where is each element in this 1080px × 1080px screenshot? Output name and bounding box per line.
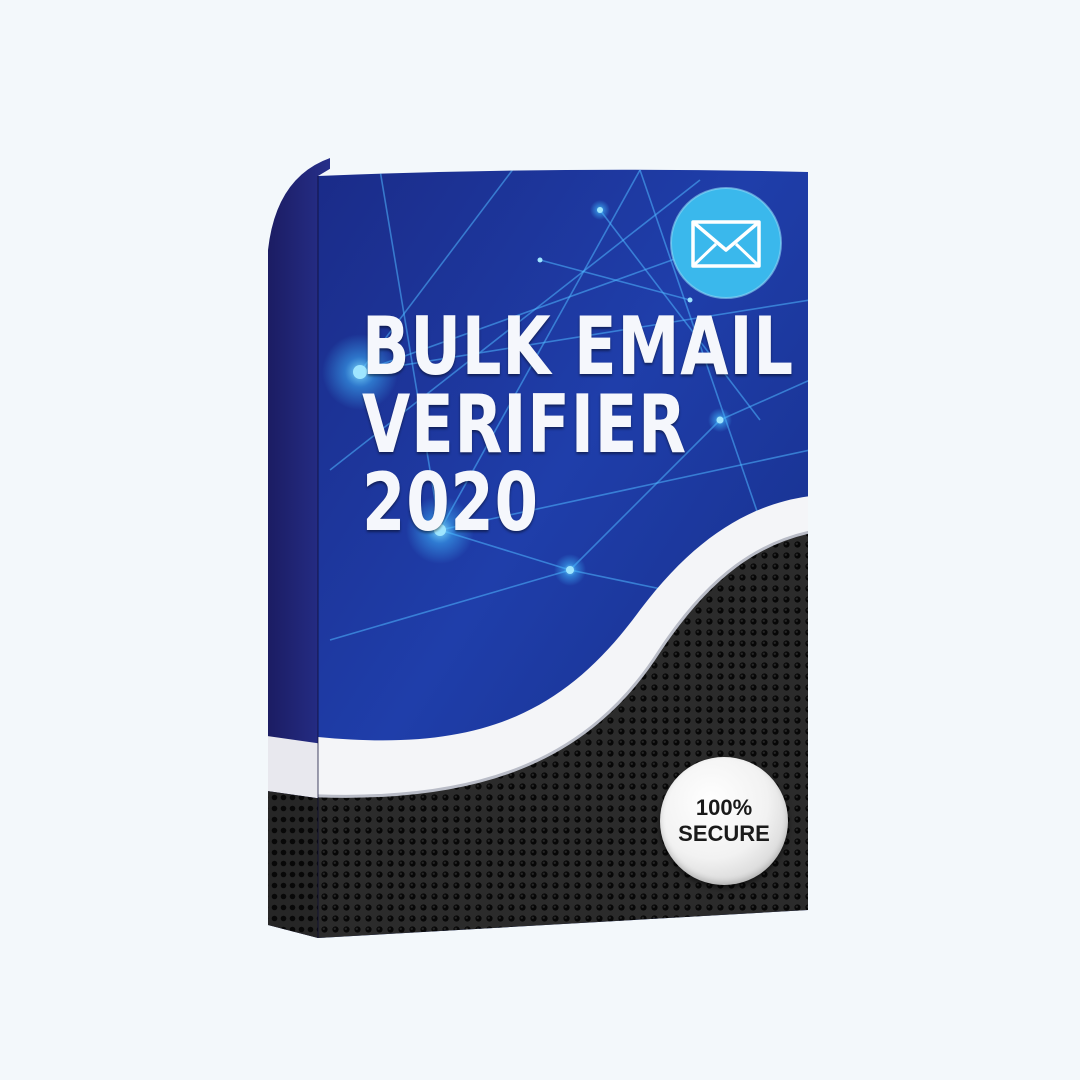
envelope-icon [670, 187, 782, 299]
product-title-line-2: VERIFIER [362, 378, 687, 471]
product-title-line-3: 2020 [362, 456, 539, 549]
product-box [268, 152, 808, 938]
seal-percent-label: 100% [695, 794, 753, 820]
product-title-line-1: BULK EMAIL [362, 300, 794, 393]
seal-secure-label: SECURE [678, 821, 770, 846]
secure-seal-badge: 100% SECURE [660, 757, 788, 885]
product-box-stage: BULK EMAIL VERIFIER 2020 100% SECURE [0, 0, 1080, 1080]
